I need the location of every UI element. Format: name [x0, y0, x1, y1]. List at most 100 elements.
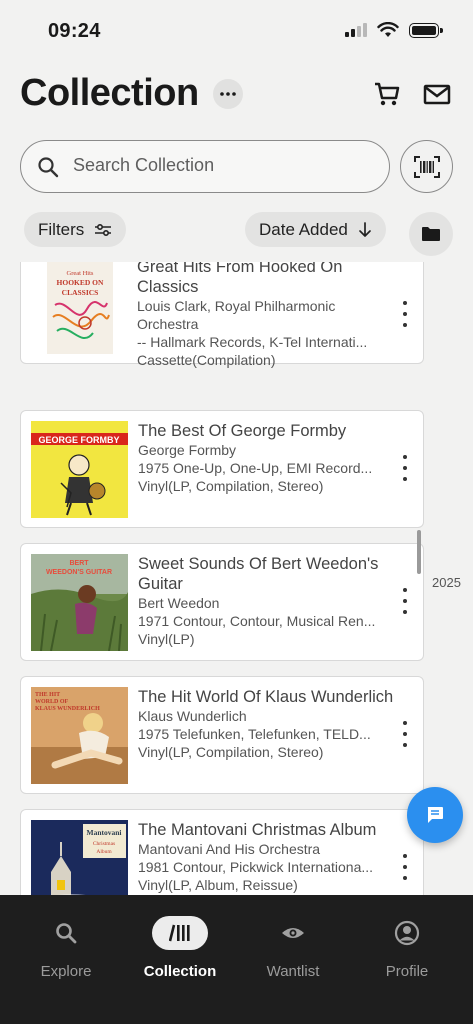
record-format: Vinyl(LP)	[138, 631, 195, 647]
record-format: Vinyl(LP, Compilation, Stereo)	[138, 744, 324, 760]
record-artist: Klaus Wunderlich	[138, 708, 247, 724]
record-more-button[interactable]	[401, 588, 409, 614]
record-title: Great Hits From Hooked On Classics	[137, 262, 343, 296]
search-row	[20, 140, 453, 193]
filters-button[interactable]: Filters	[24, 212, 127, 247]
wifi-icon	[377, 22, 399, 37]
record-more-button[interactable]	[401, 854, 409, 880]
tab-label: Collection	[143, 963, 217, 980]
record-info: The Best Of George Formby George Formby …	[138, 421, 394, 495]
record-format: Vinyl(LP, Compilation, Stereo)	[138, 478, 324, 494]
svg-text:Christmas: Christmas	[93, 841, 115, 847]
arrow-down-icon	[359, 221, 371, 237]
record-format: Cassette(Compilation)	[137, 352, 276, 368]
record-title: The Mantovani Christmas Album	[138, 821, 377, 839]
tab-label: Explore	[40, 963, 92, 980]
svg-text:WORLD OF: WORLD OF	[35, 699, 69, 705]
record-info: Sweet Sounds Of Bert Weedon's Guitar Ber…	[138, 554, 394, 648]
record-title: Sweet Sounds Of Bert Weedon's Guitar	[138, 555, 379, 593]
sort-button[interactable]: Date Added	[245, 212, 386, 247]
sort-label: Date Added	[259, 219, 348, 239]
more-options-button[interactable]	[213, 79, 243, 109]
signal-icon	[345, 23, 367, 37]
record-artist: Bert Weedon	[138, 595, 220, 611]
barcode-icon	[413, 155, 440, 178]
record-title: The Hit World Of Klaus Wunderlich	[138, 688, 394, 706]
search-box[interactable]	[20, 140, 390, 193]
record-release: 1971 Contour, Contour, Musical Ren...	[138, 613, 376, 629]
tab-label: Wantlist	[266, 963, 320, 980]
record-more-button[interactable]	[401, 721, 409, 747]
record-info: Great Hits From Hooked On Classics Louis…	[137, 262, 393, 369]
active-tab-indicator	[152, 916, 208, 950]
mail-icon	[423, 84, 451, 105]
tab-collection[interactable]: Collection	[130, 915, 230, 985]
chat-icon	[427, 807, 443, 823]
record-release: 1981 Contour, Pickwick Internationa...	[138, 859, 374, 875]
scrollbar-thumb[interactable]	[417, 530, 421, 574]
record-card[interactable]: THE HIT WORLD OF KLAUS WUNDERLICH The Hi…	[20, 676, 424, 794]
record-title: The Best Of George Formby	[138, 422, 347, 440]
ellipsis-icon	[220, 92, 236, 96]
svg-text:Mantovani: Mantovani	[86, 828, 121, 837]
record-artist: Louis Clark, Royal Philharmonic Orchestr…	[137, 298, 336, 332]
scroll-year-label: 2025	[432, 575, 461, 590]
svg-text:WEEDON'S GUITAR: WEEDON'S GUITAR	[46, 569, 112, 576]
cart-button[interactable]	[371, 78, 403, 110]
status-bar: 09:24	[0, 0, 473, 60]
eye-icon	[282, 928, 304, 938]
svg-text:GEORGE FORMBY: GEORGE FORMBY	[38, 435, 119, 445]
svg-text:BERT: BERT	[69, 560, 89, 567]
record-release: -- Hallmark Records, K-Tel Internati...	[137, 334, 368, 350]
album-cover: Great Hits HOOKED ON CLASSICS	[47, 262, 113, 354]
svg-text:KLAUS WUNDERLICH: KLAUS WUNDERLICH	[35, 706, 100, 712]
search-icon	[56, 923, 77, 944]
record-artist: Mantovani And His Orchestra	[138, 841, 321, 857]
chat-fab-button[interactable]	[407, 787, 463, 843]
filter-row: Filters Date Added	[24, 212, 453, 256]
record-release: 1975 Telefunken, Telefunken, TELD...	[138, 726, 371, 742]
album-cover: Mantovani Christmas Album	[31, 820, 128, 895]
page-title: Collection	[20, 72, 199, 114]
svg-text:Album: Album	[96, 849, 112, 855]
tab-explore[interactable]: Explore	[16, 915, 116, 985]
record-card[interactable]: BERT WEEDON'S GUITAR Sweet Sounds Of Ber…	[20, 543, 424, 661]
profile-icon	[394, 920, 420, 946]
search-input[interactable]	[73, 155, 373, 176]
svg-text:Great Hits: Great Hits	[67, 270, 94, 277]
record-artist: George Formby	[138, 442, 237, 458]
search-icon	[38, 157, 59, 178]
page-header: Collection	[20, 72, 453, 120]
record-more-button[interactable]	[401, 455, 409, 481]
folder-button[interactable]	[409, 212, 453, 256]
album-cover: BERT WEEDON'S GUITAR	[31, 554, 128, 651]
barcode-scan-button[interactable]	[400, 140, 453, 193]
status-icons	[345, 22, 443, 38]
svg-text:HOOKED ON: HOOKED ON	[57, 278, 104, 287]
record-info: The Mantovani Christmas Album Mantovani …	[138, 820, 394, 894]
tab-profile[interactable]: Profile	[357, 915, 457, 985]
record-info: The Hit World Of Klaus Wunderlich Klaus …	[138, 687, 394, 761]
filters-label: Filters	[38, 219, 85, 239]
cart-icon	[375, 82, 400, 106]
record-more-button[interactable]	[401, 301, 409, 327]
tab-label: Profile	[385, 963, 429, 980]
record-format: Vinyl(LP, Album, Reissue)	[138, 877, 298, 893]
svg-text:CLASSICS: CLASSICS	[62, 288, 99, 297]
tab-wantlist[interactable]: Wantlist	[243, 915, 343, 985]
svg-text:THE HIT: THE HIT	[35, 692, 60, 698]
album-cover: GEORGE FORMBY	[31, 421, 128, 518]
collection-list[interactable]: Great Hits HOOKED ON CLASSICS Great Hits…	[0, 262, 473, 895]
record-release: 1975 One-Up, One-Up, EMI Record...	[138, 460, 373, 476]
record-card[interactable]: Mantovani Christmas Album The Mantovani …	[20, 809, 424, 895]
status-time: 09:24	[48, 20, 101, 42]
folder-icon	[422, 227, 440, 241]
record-card[interactable]: GEORGE FORMBY The Best Of George Formby …	[20, 410, 424, 528]
sliders-icon	[95, 223, 112, 236]
tab-bar: Explore Collection Wantlist Profile	[0, 895, 473, 1024]
messages-button[interactable]	[421, 78, 453, 110]
album-cover: THE HIT WORLD OF KLAUS WUNDERLICH	[31, 687, 128, 784]
collection-icon	[169, 924, 190, 942]
battery-icon	[409, 22, 443, 38]
record-card[interactable]: Great Hits HOOKED ON CLASSICS Great Hits…	[20, 262, 424, 368]
